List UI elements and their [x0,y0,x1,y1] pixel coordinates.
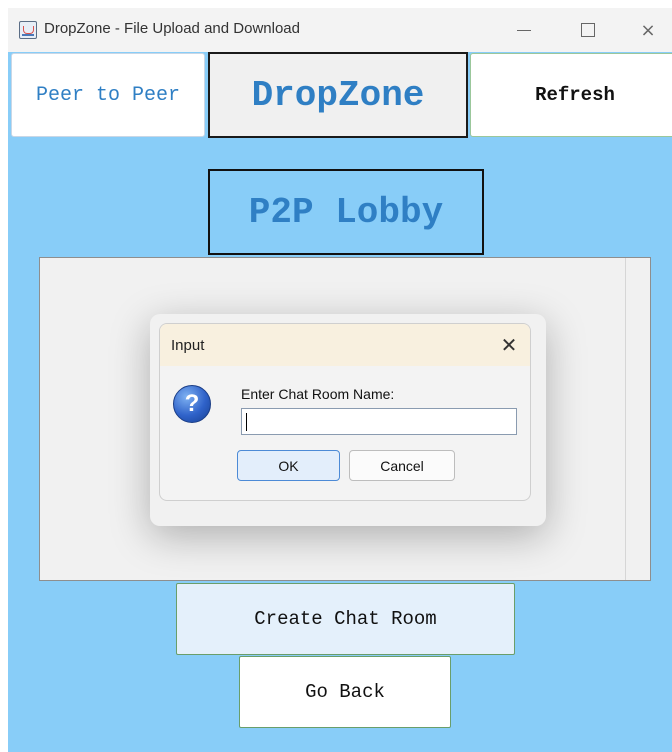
dialog-close-button[interactable]: ✕ [496,332,522,358]
app-window: DropZone - File Upload and Download × Pe… [8,8,672,752]
input-dialog: Input ✕ ? Enter Chat Room Name: OK Cance… [159,323,531,501]
lobby-title: P2P Lobby [208,169,484,255]
prompt-label: Enter Chat Room Name: [241,386,395,402]
maximize-button[interactable] [560,8,616,52]
room-list-divider [625,258,626,580]
refresh-button[interactable]: Refresh [470,53,672,137]
go-back-button[interactable]: Go Back [239,656,451,728]
question-icon: ? [173,385,211,423]
text-caret [246,413,247,431]
maximize-icon [581,23,595,37]
window-title: DropZone - File Upload and Download [44,20,300,37]
dialog-title-bar[interactable]: Input ✕ [160,324,530,366]
title-bar[interactable]: DropZone - File Upload and Download × [8,8,672,52]
cancel-button[interactable]: Cancel [349,450,455,481]
minimize-button[interactable] [496,8,552,52]
dialog-title: Input [171,337,205,354]
close-window-button[interactable]: × [620,8,672,52]
app-logo-title: DropZone [208,52,468,138]
minimize-icon [517,29,531,31]
ok-button[interactable]: OK [237,450,340,481]
java-app-icon [19,21,37,39]
peer-to-peer-button[interactable]: Peer to Peer [11,53,205,137]
create-chat-room-button[interactable]: Create Chat Room [176,583,515,655]
room-name-input[interactable] [241,408,517,435]
